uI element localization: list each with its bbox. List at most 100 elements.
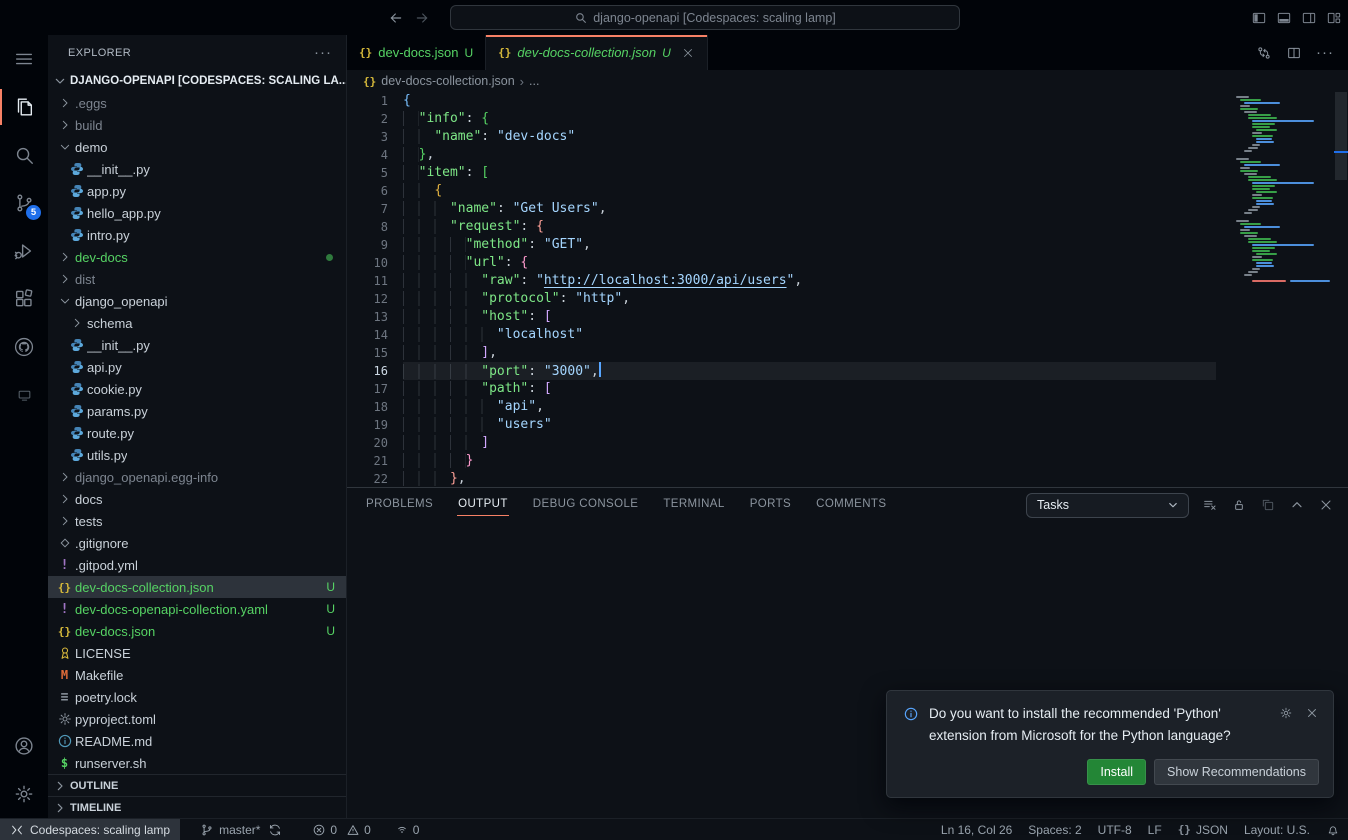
tree-file-cookie.py[interactable]: cookie.py: [48, 378, 346, 400]
tree-file-utils.py[interactable]: utils.py: [48, 444, 346, 466]
search-icon[interactable]: [0, 131, 48, 179]
command-center[interactable]: django-openapi [Codespaces: scaling lamp…: [450, 5, 960, 30]
forward-icon[interactable]: [414, 10, 430, 26]
show-recommendations-button[interactable]: Show Recommendations: [1154, 759, 1319, 785]
tree-folder-django_openapi.egg-info[interactable]: django_openapi.egg-info: [48, 466, 346, 488]
source-control-icon[interactable]: 5: [0, 179, 48, 227]
toggle-panel-icon[interactable]: [1276, 10, 1292, 26]
language-mode[interactable]: {}JSON: [1170, 819, 1236, 840]
tree-folder-django_openapi[interactable]: django_openapi: [48, 290, 346, 312]
github-icon[interactable]: [0, 323, 48, 371]
open-changes-icon[interactable]: [1256, 45, 1272, 61]
more-actions-icon[interactable]: ···: [314, 44, 332, 61]
tree-file-README.md[interactable]: README.md: [48, 730, 346, 752]
panel-tab-terminal[interactable]: TERMINAL: [662, 494, 725, 516]
code-line-1[interactable]: 1{: [347, 92, 1348, 110]
code-line-12[interactable]: 12 "protocol": "http",: [347, 290, 1348, 308]
remote-explorer-icon[interactable]: [0, 371, 48, 419]
split-editor-icon[interactable]: [1286, 45, 1302, 61]
breadcrumb-symbol[interactable]: ...: [529, 74, 539, 88]
tree-file-app.py[interactable]: app.py: [48, 180, 346, 202]
panel-tab-debug-console[interactable]: DEBUG CONSOLE: [532, 494, 640, 516]
code-line-9[interactable]: 9 "method": "GET",: [347, 236, 1348, 254]
tree-file-pyproject.toml[interactable]: pyproject.toml: [48, 708, 346, 730]
editor-tab-dev-docs-collection.json[interactable]: {}dev-docs-collection.jsonU: [486, 35, 708, 70]
code-line-17[interactable]: 17 "path": [: [347, 380, 1348, 398]
sync-icon[interactable]: [268, 823, 282, 837]
outline-section[interactable]: OUTLINE: [48, 774, 346, 796]
tree-folder-build[interactable]: build: [48, 114, 346, 136]
tree-folder-schema[interactable]: schema: [48, 312, 346, 334]
notification-settings-icon[interactable]: [1279, 706, 1293, 720]
tree-file-__init__.py[interactable]: __init__.py: [48, 334, 346, 356]
workspace-root-folder[interactable]: DJANGO-OPENAPI [CODESPACES: SCALING LA..…: [48, 70, 346, 92]
panel-tab-comments[interactable]: COMMENTS: [815, 494, 887, 516]
code-editor[interactable]: 1{2 "info": {3 "name": "dev-docs"4 },5 "…: [347, 92, 1348, 487]
panel-tab-output[interactable]: OUTPUT: [457, 494, 509, 516]
tree-file-dev-docs-collection.json[interactable]: {}dev-docs-collection.jsonU: [48, 576, 346, 598]
maximize-panel-icon[interactable]: [1289, 497, 1305, 513]
tree-folder-dist[interactable]: dist: [48, 268, 346, 290]
tree-folder-tests[interactable]: tests: [48, 510, 346, 532]
cursor-position[interactable]: Ln 16, Col 26: [933, 819, 1020, 840]
toggle-secondary-sidebar-icon[interactable]: [1301, 10, 1317, 26]
encoding[interactable]: UTF-8: [1090, 819, 1140, 840]
ports-status[interactable]: 0: [387, 819, 428, 840]
lock-scroll-icon[interactable]: [1231, 497, 1247, 513]
code-line-2[interactable]: 2 "info": {: [347, 110, 1348, 128]
notifications-bell[interactable]: [1318, 819, 1348, 840]
code-line-10[interactable]: 10 "url": {: [347, 254, 1348, 272]
tree-file-runserver.sh[interactable]: $runserver.sh: [48, 752, 346, 774]
tree-file-intro.py[interactable]: intro.py: [48, 224, 346, 246]
tree-file-poetry.lock[interactable]: ≡poetry.lock: [48, 686, 346, 708]
code-line-6[interactable]: 6 {: [347, 182, 1348, 200]
toggle-sidebar-icon[interactable]: [1251, 10, 1267, 26]
code-line-18[interactable]: 18 "api",: [347, 398, 1348, 416]
code-line-7[interactable]: 7 "name": "Get Users",: [347, 200, 1348, 218]
breadcrumb[interactable]: {} dev-docs-collection.json › ...: [347, 70, 1348, 92]
editor-tab-dev-docs.json[interactable]: {}dev-docs.jsonU: [347, 35, 486, 70]
code-line-21[interactable]: 21 }: [347, 452, 1348, 470]
close-panel-icon[interactable]: [1318, 497, 1334, 513]
explorer-icon[interactable]: [0, 83, 48, 131]
problems-status[interactable]: 0 0: [304, 819, 378, 840]
eol[interactable]: LF: [1140, 819, 1170, 840]
code-line-13[interactable]: 13 "host": [: [347, 308, 1348, 326]
more-actions-icon[interactable]: ···: [1316, 44, 1334, 61]
tree-file-hello_app.py[interactable]: hello_app.py: [48, 202, 346, 224]
panel-tab-problems[interactable]: PROBLEMS: [365, 494, 434, 516]
code-line-20[interactable]: 20 ]: [347, 434, 1348, 452]
code-line-15[interactable]: 15 ],: [347, 344, 1348, 362]
tab-close-icon[interactable]: [681, 46, 695, 60]
output-channel-select[interactable]: Tasks: [1026, 493, 1189, 518]
code-line-5[interactable]: 5 "item": [: [347, 164, 1348, 182]
code-line-22[interactable]: 22 },: [347, 470, 1348, 487]
account-icon[interactable]: [0, 722, 48, 770]
tree-file-dev-docs.json[interactable]: {}dev-docs.jsonU: [48, 620, 346, 642]
extensions-icon[interactable]: [0, 275, 48, 323]
code-line-19[interactable]: 19 "users": [347, 416, 1348, 434]
tree-file-Makefile[interactable]: MMakefile: [48, 664, 346, 686]
tree-file-.gitpod.yml[interactable]: !.gitpod.yml: [48, 554, 346, 576]
customize-layout-icon[interactable]: [1326, 10, 1342, 26]
code-line-3[interactable]: 3 "name": "dev-docs": [347, 128, 1348, 146]
tree-folder-docs[interactable]: docs: [48, 488, 346, 510]
tree-file-.gitignore[interactable]: .gitignore: [48, 532, 346, 554]
code-line-4[interactable]: 4 },: [347, 146, 1348, 164]
remote-indicator[interactable]: Codespaces: scaling lamp: [0, 819, 180, 840]
editor-scrollbar[interactable]: [1334, 92, 1348, 487]
tree-file-params.py[interactable]: params.py: [48, 400, 346, 422]
tree-file-LICENSE[interactable]: LICENSE: [48, 642, 346, 664]
breadcrumb-file[interactable]: dev-docs-collection.json: [381, 74, 514, 88]
code-line-8[interactable]: 8 "request": {: [347, 218, 1348, 236]
install-button[interactable]: Install: [1087, 759, 1146, 785]
menu-icon[interactable]: [0, 35, 48, 83]
tree-folder-demo[interactable]: demo: [48, 136, 346, 158]
settings-icon[interactable]: [0, 770, 48, 818]
clear-output-icon[interactable]: [1202, 497, 1218, 513]
tree-folder-dev-docs[interactable]: dev-docs: [48, 246, 346, 268]
code-line-16[interactable]: 16 "port": "3000",: [347, 362, 1348, 380]
panel-tab-ports[interactable]: PORTS: [749, 494, 792, 516]
run-debug-icon[interactable]: [0, 227, 48, 275]
back-icon[interactable]: [388, 10, 404, 26]
